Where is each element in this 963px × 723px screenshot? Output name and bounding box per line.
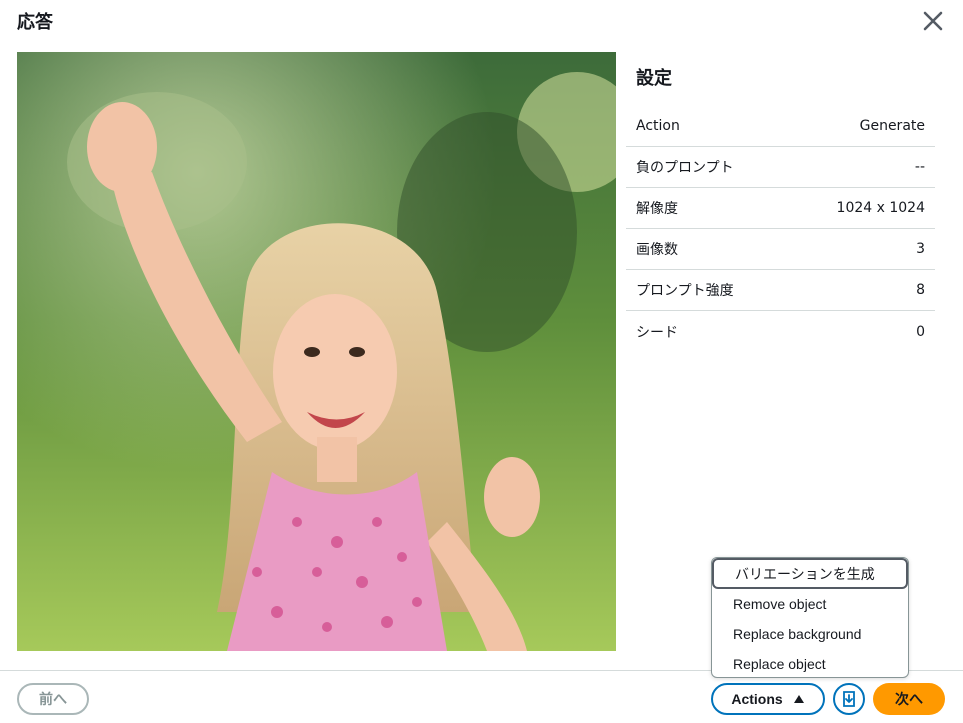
modal-title: 応答 [17, 12, 53, 33]
actions-label: Actions [731, 691, 783, 707]
setting-key: 画像数 [636, 242, 678, 258]
setting-key: Action [636, 118, 680, 134]
setting-row-prompt-strength: プロンプト強度 8 [626, 270, 935, 311]
setting-value: -- [914, 159, 925, 175]
setting-value: 8 [916, 282, 925, 298]
menu-item-replace-background[interactable]: Replace background [712, 619, 908, 649]
close-button[interactable] [920, 8, 946, 34]
settings-panel: 設定 Action Generate 負のプロンプト -- 解像度 1024 x… [626, 52, 935, 352]
menu-item-remove-object[interactable]: Remove object [712, 589, 908, 619]
setting-row-resolution: 解像度 1024 x 1024 [626, 188, 935, 229]
setting-row-negative-prompt: 負のプロンプト -- [626, 147, 935, 188]
menu-item-replace-object[interactable]: Replace object [712, 649, 908, 679]
setting-row-image-count: 画像数 3 [626, 229, 935, 270]
download-icon [843, 691, 855, 707]
setting-key: プロンプト強度 [636, 283, 734, 299]
generated-image [17, 52, 616, 651]
close-icon [923, 11, 943, 31]
setting-row-action: Action Generate [626, 106, 935, 147]
download-button[interactable] [833, 683, 865, 715]
setting-key: 解像度 [636, 201, 678, 217]
next-button[interactable]: 次へ [873, 683, 945, 715]
setting-row-seed: シード 0 [626, 311, 935, 352]
prev-button[interactable]: 前へ [17, 683, 89, 715]
settings-title: 設定 [636, 68, 672, 89]
setting-value: Generate [859, 118, 925, 134]
caret-up-icon [793, 695, 804, 703]
actions-menu: バリエーションを生成 Remove object Replace backgro… [711, 557, 909, 678]
setting-value: 1024 x 1024 [836, 200, 925, 216]
setting-key: 負のプロンプト [636, 160, 734, 176]
setting-value: 3 [916, 241, 925, 257]
menu-item-generate-variations[interactable]: バリエーションを生成 [712, 558, 908, 589]
setting-key: シード [636, 324, 678, 341]
actions-button[interactable]: Actions [711, 683, 825, 715]
setting-value: 0 [916, 323, 925, 340]
